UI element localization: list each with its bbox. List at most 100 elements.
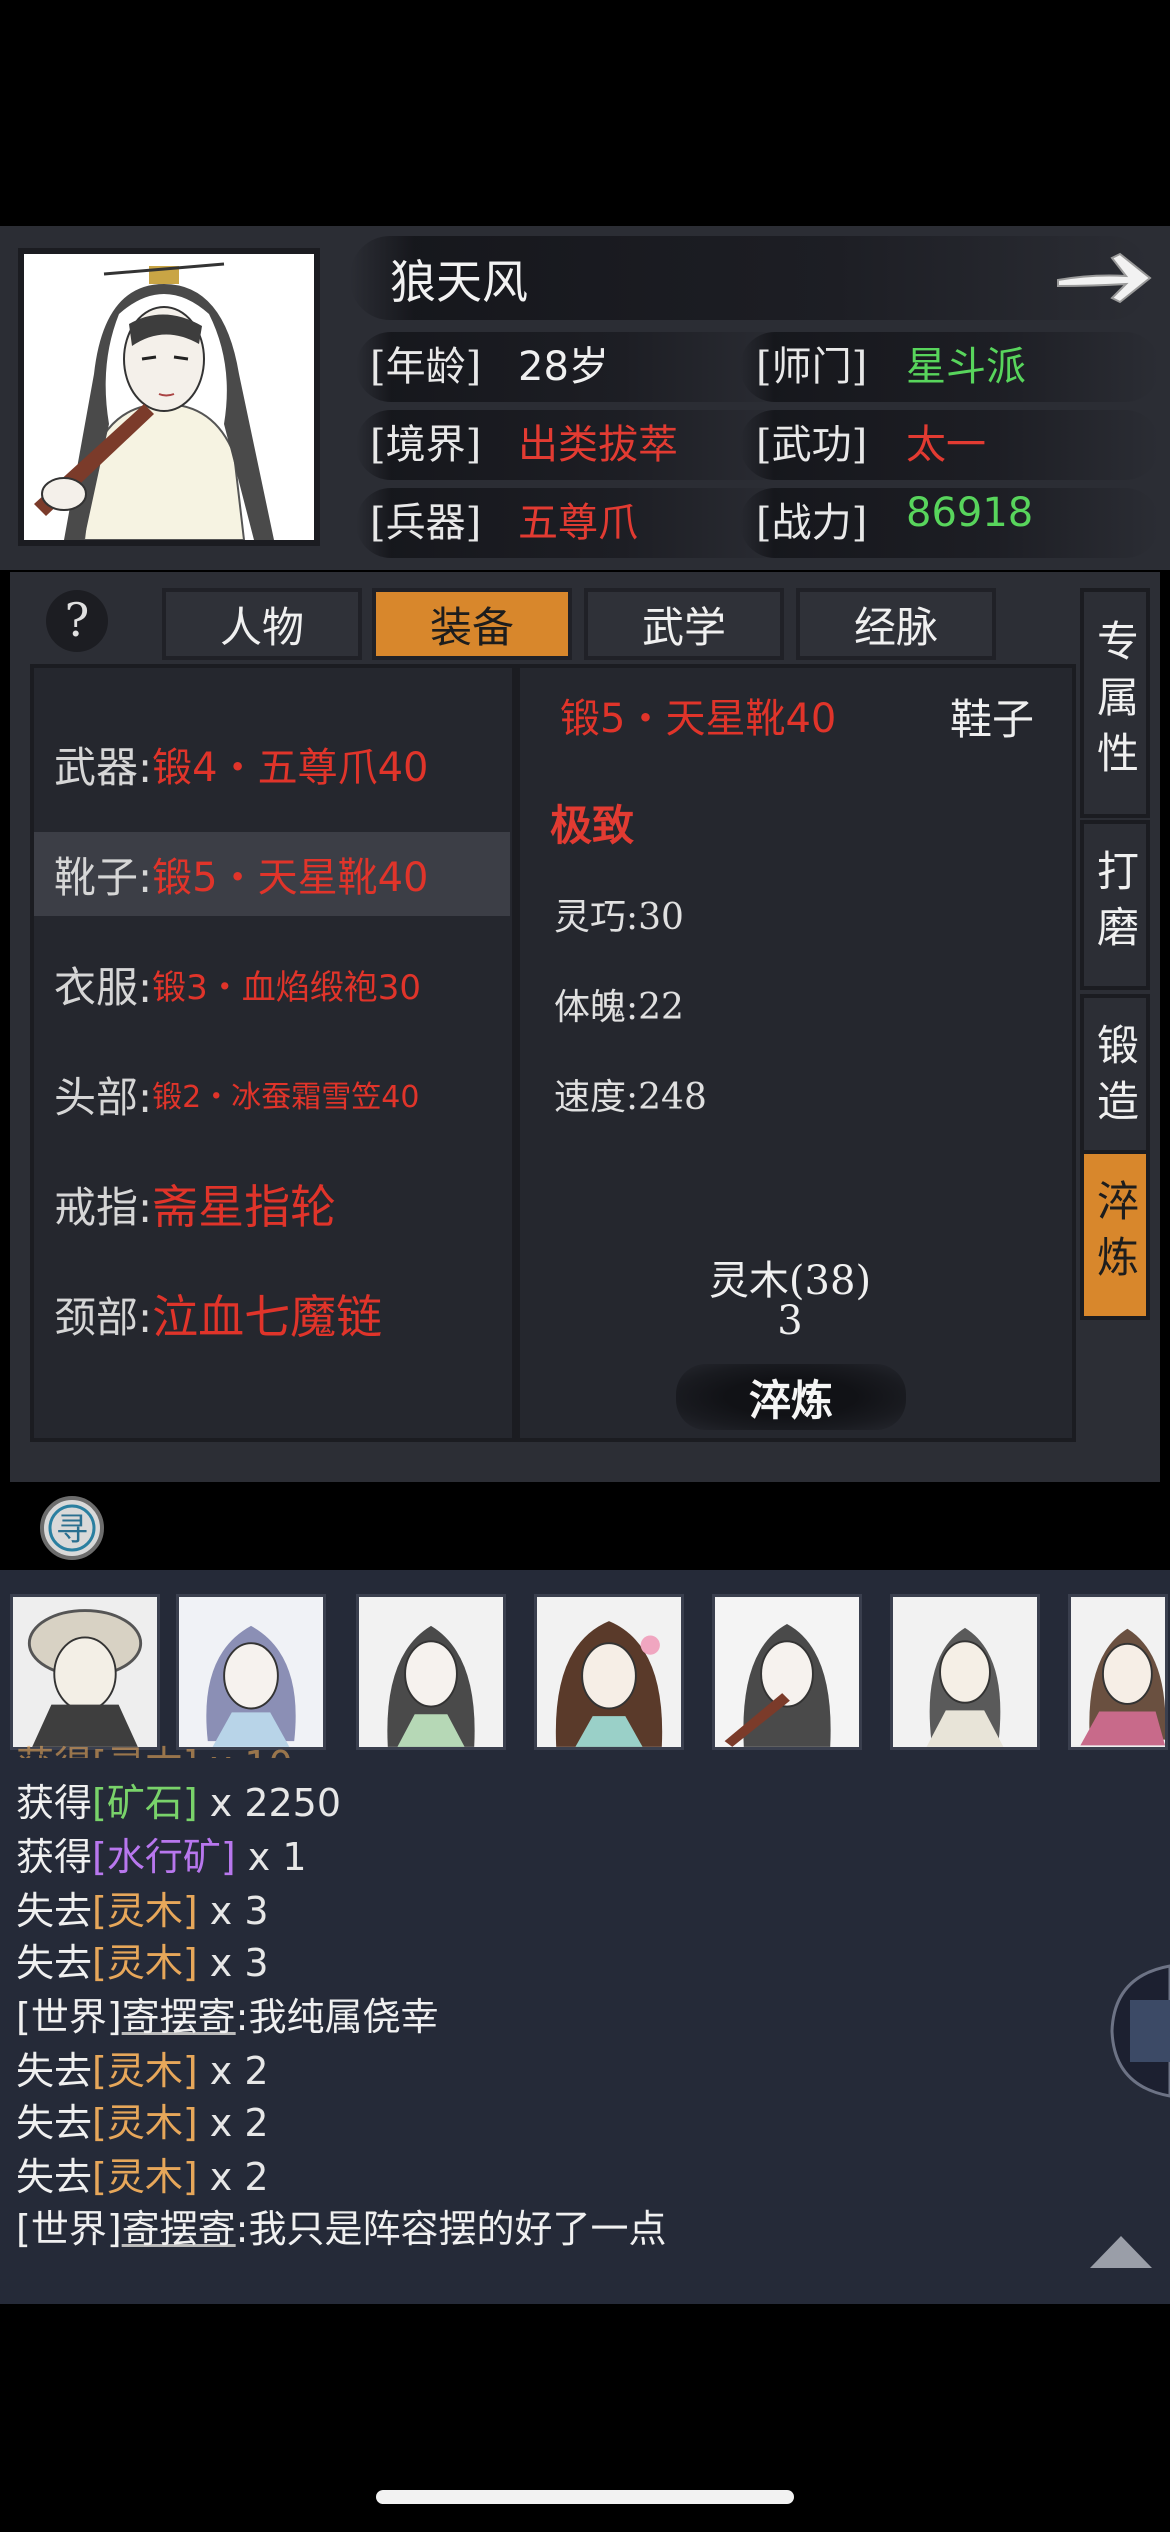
detail-quality: 极致 bbox=[550, 801, 635, 850]
svg-text:寻: 寻 bbox=[56, 1510, 88, 1548]
stat-label-weapon: [兵器] bbox=[370, 500, 482, 546]
chat-line: 获得[水行矿] x 1 bbox=[16, 1826, 307, 1881]
equipment-row-boots[interactable]: 靴子: 锻5・天星靴40 bbox=[34, 832, 510, 916]
chat-line-world: [世界]寄摆寄:我纯属侥幸 bbox=[16, 1986, 438, 2041]
side-tab-polish[interactable]: 打磨 bbox=[1080, 820, 1150, 990]
stat-label-power: [战力] bbox=[756, 500, 868, 546]
equipment-item-name: 锻4・五尊爪40 bbox=[152, 745, 429, 791]
chat-line: 获得[矿石] x 2250 bbox=[16, 1772, 341, 1827]
chat-line-world: [世界]寄摆寄:我只是阵容摆的好了一点 bbox=[16, 2198, 666, 2253]
temper-button[interactable]: 淬炼 bbox=[676, 1364, 906, 1430]
chat-item[interactable]: [矿石] bbox=[92, 1781, 198, 1825]
stat-label-sect: [师门] bbox=[756, 344, 868, 390]
chat-item[interactable]: [水行矿] bbox=[92, 1835, 236, 1879]
hero-avatar[interactable] bbox=[10, 1594, 160, 1750]
equipment-slot-label: 头部: bbox=[54, 1072, 153, 1122]
equipment-row-head[interactable]: 头部: 锻2・冰蚕霜雪笠40 bbox=[34, 1052, 510, 1136]
chat-line: 失去[灵木] x 2 bbox=[16, 2092, 269, 2147]
svg-text:?: ? bbox=[65, 593, 90, 647]
stat-value-age: 28岁 bbox=[518, 344, 609, 390]
hero-avatar[interactable] bbox=[534, 1594, 684, 1750]
equipment-slot-label: 衣服: bbox=[54, 962, 153, 1012]
chat-line: 失去[灵木] x 3 bbox=[16, 1880, 269, 1935]
chat-item[interactable]: [灵木] bbox=[92, 1889, 198, 1933]
side-tab-forge[interactable]: 锻造 bbox=[1080, 994, 1150, 1164]
chat-line: 失去[灵木] x 3 bbox=[16, 1932, 269, 1987]
tab-character[interactable]: 人物 bbox=[162, 588, 362, 660]
side-tab-exclusive-attr[interactable]: 专属性 bbox=[1080, 588, 1150, 818]
equipment-slot-label: 靴子: bbox=[54, 852, 153, 902]
game-screen: 狼天风 [年龄] 28岁 [师门] 星斗派 [境界] 出类拔萃 [武功] 太一 … bbox=[0, 0, 1170, 2532]
tab-equipment[interactable]: 装备 bbox=[372, 588, 572, 660]
home-indicator[interactable] bbox=[376, 2490, 794, 2504]
detail-item-type: 鞋子 bbox=[950, 695, 1035, 744]
temper-material-count: 3 bbox=[777, 1298, 803, 1344]
stat-label-age: [年龄] bbox=[370, 344, 482, 390]
hero-avatar[interactable] bbox=[712, 1594, 862, 1750]
chat-item[interactable]: [灵木] bbox=[92, 2155, 198, 2199]
equipment-row-clothes[interactable]: 衣服: 锻3・血焰缎袍30 bbox=[34, 942, 510, 1026]
hero-avatar[interactable] bbox=[890, 1594, 1040, 1750]
chat-line: 失去[灵木] x 2 bbox=[16, 2040, 269, 2095]
chat-qty: x 3 bbox=[197, 1889, 269, 1933]
hero-avatar[interactable] bbox=[356, 1594, 506, 1750]
equipment-slot-label: 戒指: bbox=[54, 1182, 153, 1232]
stat-value-weapon: 五尊爪 bbox=[518, 500, 638, 546]
chat-item[interactable]: [灵木] bbox=[92, 2101, 198, 2145]
chat-qty: x 2250 bbox=[197, 1781, 342, 1825]
chat-player-name[interactable]: 寄摆寄 bbox=[122, 2207, 236, 2251]
equipment-item-name: 锻3・血焰缎袍30 bbox=[152, 967, 422, 1008]
equipment-item-name: 锻2・冰蚕霜雪笠40 bbox=[152, 1080, 420, 1115]
chat-qty: x 3 bbox=[197, 1941, 269, 1985]
chat-qty: x 2 bbox=[197, 2101, 269, 2145]
equipment-row-ring[interactable]: 戒指: 斋星指轮 bbox=[34, 1162, 510, 1246]
equipment-item-name: 斋星指轮 bbox=[152, 1180, 337, 1234]
character-portrait-art bbox=[24, 254, 314, 540]
triangle-up-icon[interactable] bbox=[1086, 2232, 1156, 2272]
chat-player-name[interactable]: 寄摆寄 bbox=[122, 1995, 236, 2039]
chat-prefix: 失去 bbox=[16, 2049, 93, 2093]
chat-item[interactable]: [灵木] bbox=[92, 1941, 198, 1985]
chat-item[interactable]: [灵木] bbox=[92, 2049, 198, 2093]
hero-avatar[interactable] bbox=[1068, 1594, 1168, 1750]
tab-martial-arts[interactable]: 武学 bbox=[584, 588, 784, 660]
chat-qty: x 1 bbox=[235, 1835, 307, 1879]
tab-meridians[interactable]: 经脉 bbox=[796, 588, 996, 660]
chat-line: 失去[灵木] x 2 bbox=[16, 2146, 269, 2201]
equipment-row-neck[interactable]: 颈部: 泣血七魔链 bbox=[34, 1272, 510, 1356]
chat-prefix: 获得 bbox=[16, 1835, 93, 1879]
character-portrait[interactable] bbox=[18, 248, 320, 546]
equipment-item-name: 泣血七魔链 bbox=[152, 1290, 383, 1344]
chat-prefix: 失去 bbox=[16, 1889, 93, 1933]
stat-value-power: 86918 bbox=[906, 490, 1034, 536]
detail-item-name: 锻5・天星靴40 bbox=[560, 696, 837, 742]
chat-channel: [世界] bbox=[16, 2207, 122, 2251]
chat-qty: x 2 bbox=[197, 2049, 269, 2093]
stat-label-martial: [武功] bbox=[756, 422, 868, 468]
hero-avatar[interactable] bbox=[176, 1594, 326, 1750]
floating-menu-icon[interactable] bbox=[1104, 1956, 1170, 2106]
stat-value-martial: 太一 bbox=[906, 422, 986, 468]
equipment-row-weapon[interactable]: 武器: 锻4・五尊爪40 bbox=[34, 722, 510, 806]
equipment-slot-label: 武器: bbox=[54, 742, 153, 792]
detail-attribute: 灵巧:30 bbox=[554, 897, 684, 938]
chat-prefix: 失去 bbox=[16, 2101, 93, 2145]
stat-label-realm: [境界] bbox=[370, 422, 482, 468]
side-tab-temper[interactable]: 淬炼 bbox=[1080, 1150, 1150, 1320]
chat-channel: [世界] bbox=[16, 1995, 122, 2039]
chat-qty: x 2 bbox=[197, 2155, 269, 2199]
chat-prefix: 失去 bbox=[16, 1941, 93, 1985]
detail-attribute: 体魄:22 bbox=[554, 987, 684, 1028]
question-icon[interactable]: ? bbox=[44, 588, 110, 654]
detail-attribute: 速度:248 bbox=[554, 1077, 707, 1118]
chat-prefix: 失去 bbox=[16, 2155, 93, 2199]
chat-message: :我只是阵容摆的好了一点 bbox=[235, 2207, 667, 2251]
chat-prefix: 获得 bbox=[16, 1781, 93, 1825]
search-seal-icon[interactable]: 寻 bbox=[38, 1494, 106, 1562]
equipment-slot-label: 颈部: bbox=[54, 1292, 153, 1342]
arrow-right-icon[interactable] bbox=[1052, 246, 1156, 310]
equipment-item-name: 锻5・天星靴40 bbox=[152, 855, 429, 901]
chat-message: :我纯属侥幸 bbox=[235, 1995, 439, 2039]
stat-value-realm: 出类拔萃 bbox=[518, 422, 678, 468]
chat-line-partial: 获得[灵木] x 10 bbox=[16, 1734, 293, 1758]
